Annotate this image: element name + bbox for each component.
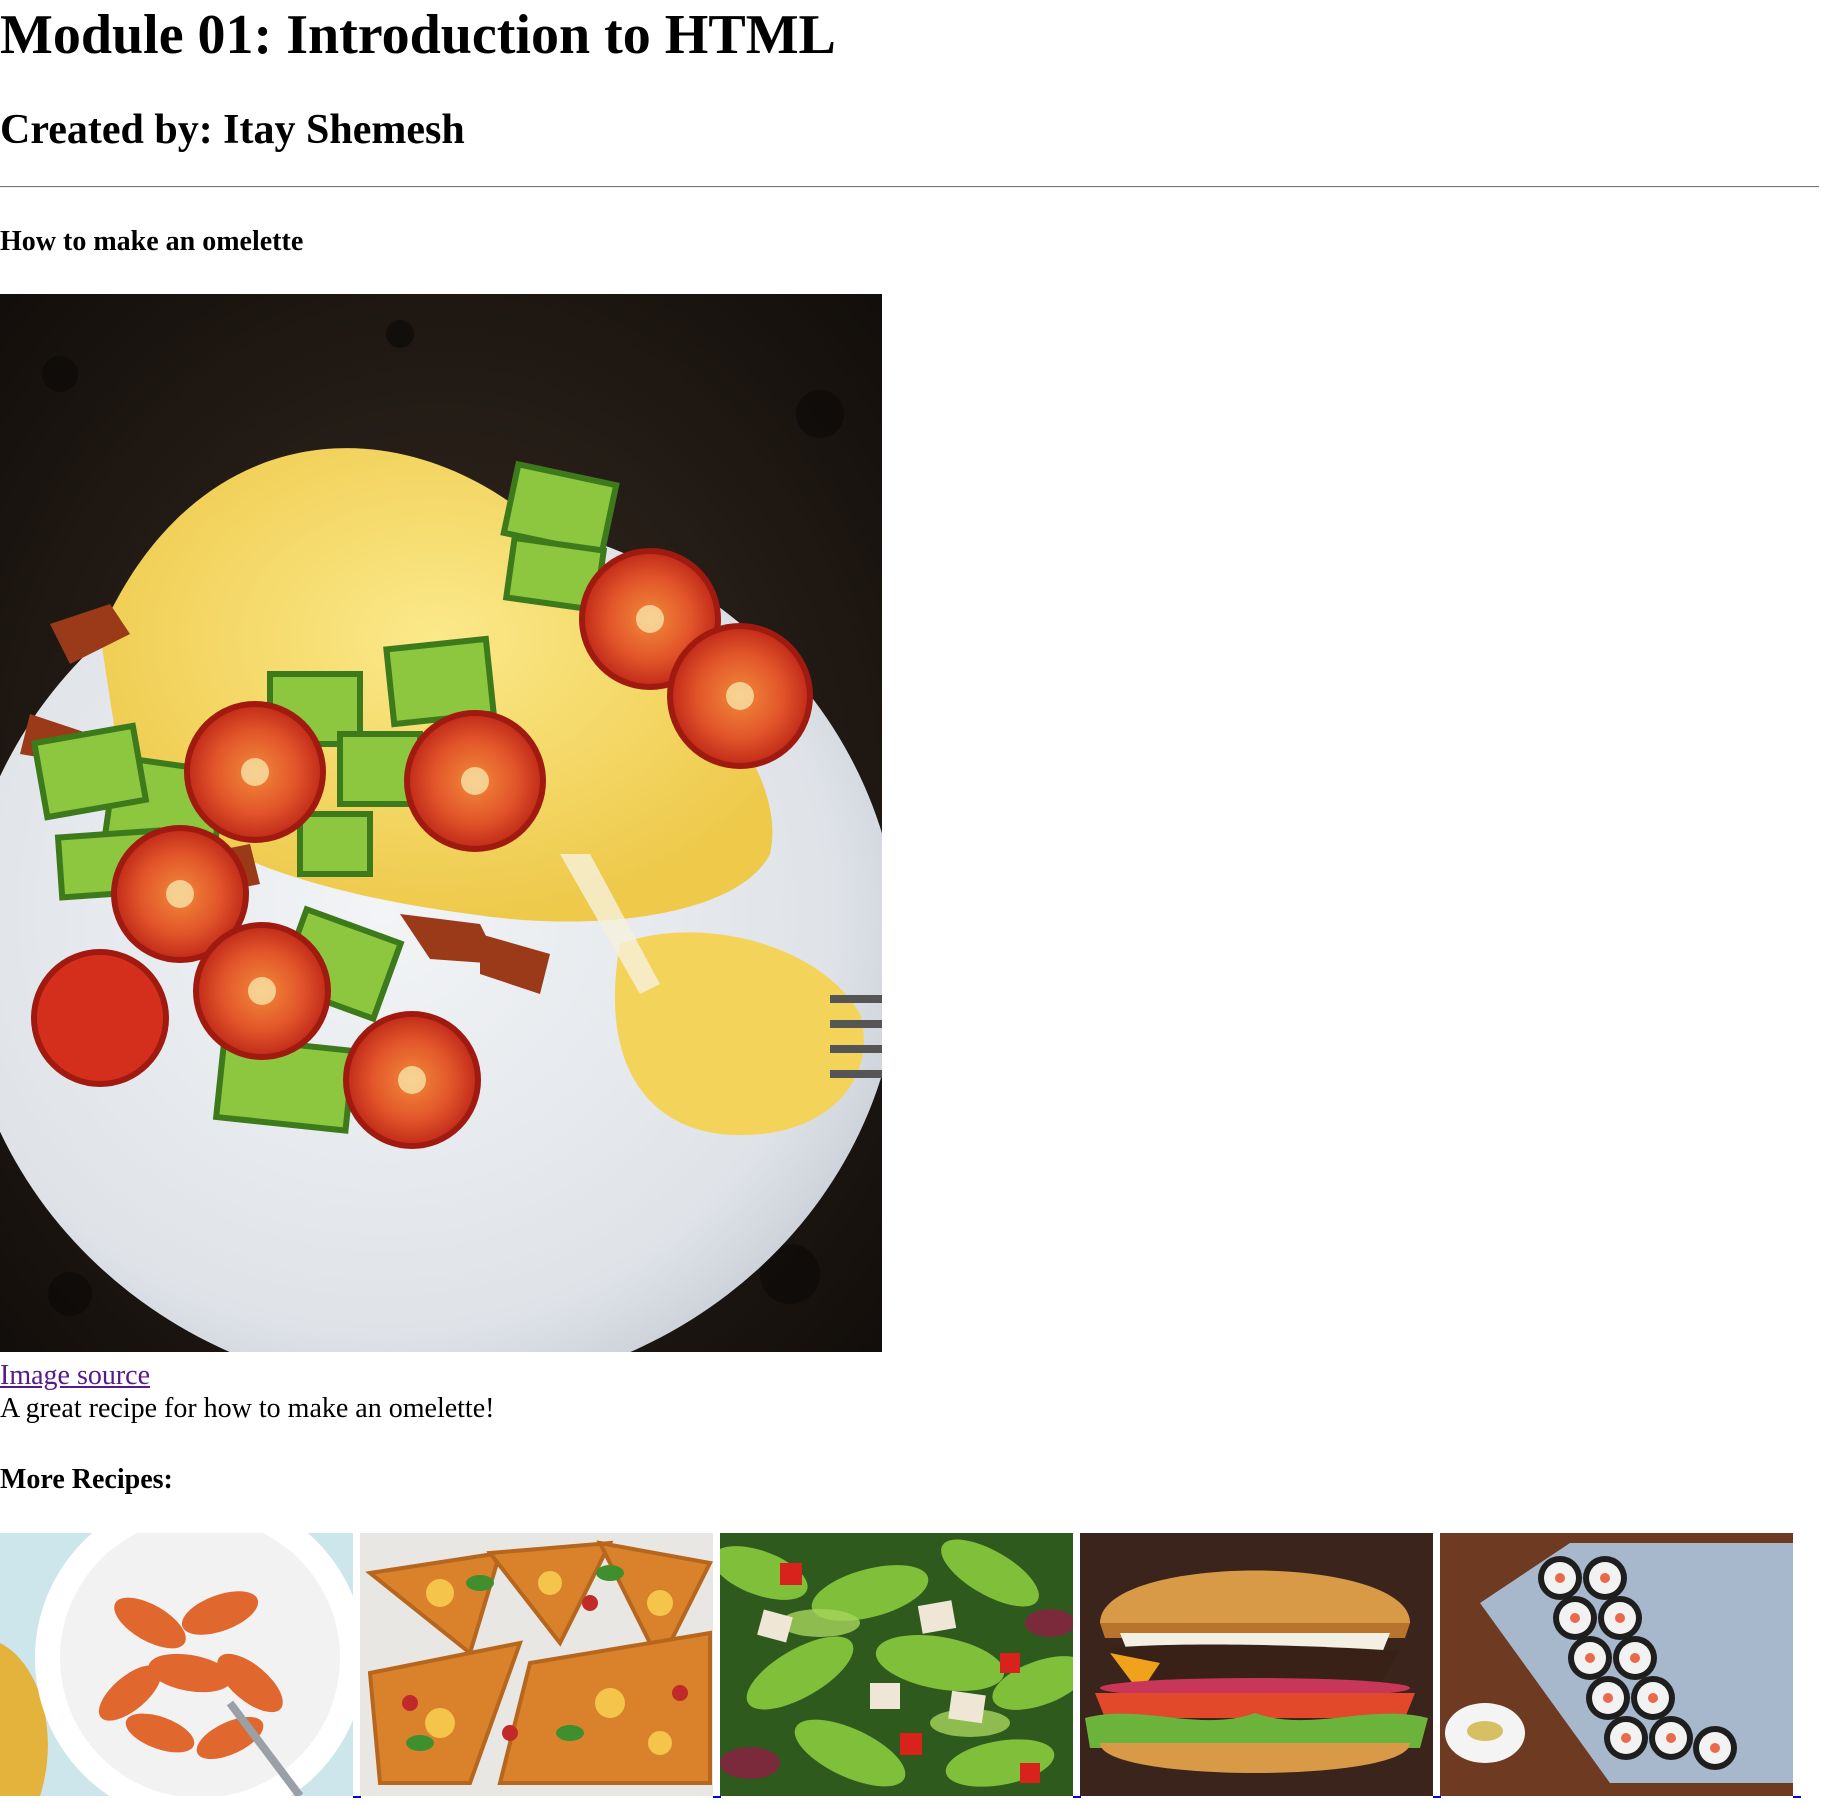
link-underline	[353, 1796, 361, 1798]
link-underline	[1073, 1796, 1081, 1798]
link-underline	[1793, 1796, 1801, 1798]
sushi-image	[1440, 1533, 1793, 1796]
burger-image	[1080, 1533, 1433, 1796]
more-recipes-heading: More Recipes:	[0, 1464, 173, 1495]
recipe-heading: How to make an omelette	[0, 226, 304, 257]
divider	[0, 186, 1819, 188]
pizza-image	[360, 1533, 713, 1796]
omelette-image	[0, 294, 882, 1352]
link-underline	[1433, 1796, 1441, 1798]
salad-image	[720, 1533, 1073, 1796]
link-underline	[713, 1796, 721, 1798]
page-title: Module 01: Introduction to HTML	[0, 4, 836, 66]
image-source-link[interactable]: Image source	[0, 1358, 150, 1394]
recipe-caption: A great recipe for how to make an omelet…	[0, 1393, 495, 1424]
author-heading: Created by: Itay Shemesh	[0, 107, 465, 153]
pasta-image	[0, 1533, 353, 1796]
